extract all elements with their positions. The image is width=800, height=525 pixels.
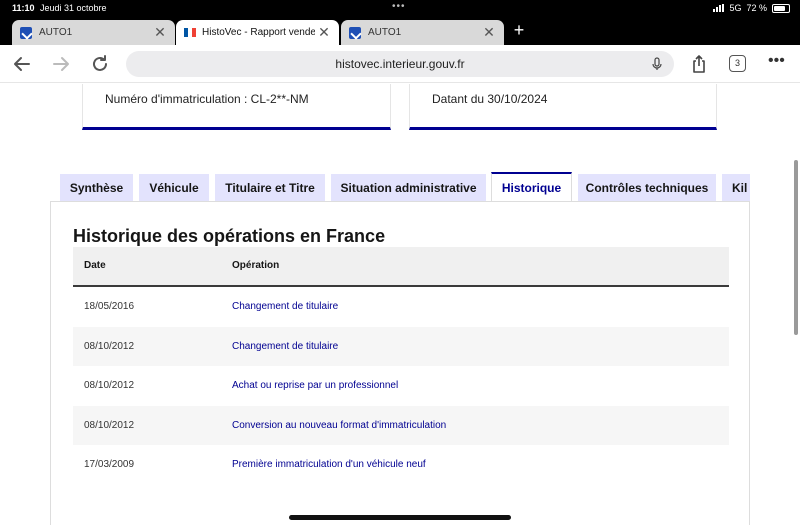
- signal-icon: [713, 4, 725, 12]
- status-time: 11:10: [12, 3, 35, 13]
- tab-titulaire-et-titre[interactable]: Titulaire et Titre: [215, 174, 325, 202]
- new-tab-plus-icon[interactable]: +: [510, 20, 528, 40]
- browser-tab-label: AUTO1: [39, 27, 73, 38]
- row-date: 08/10/2012: [84, 380, 135, 392]
- battery-icon: [772, 3, 790, 13]
- share-icon[interactable]: [688, 53, 710, 75]
- registration-number: Numéro d'immatriculation : CL-2**-NM: [105, 92, 309, 106]
- reload-icon[interactable]: [89, 53, 111, 75]
- report-date: Datant du 30/10/2024: [432, 92, 548, 106]
- browser-toolbar: histovec.interieur.gouv.fr 3 •••: [0, 45, 800, 83]
- table-header: Date Opération: [73, 247, 729, 287]
- table-row: 18/05/2016 Changement de titulaire: [73, 287, 729, 327]
- table-row: 08/10/2012 Changement de titulaire: [73, 326, 729, 367]
- browser-tab-label: HistoVec - Rapport vendeur: [202, 27, 315, 38]
- row-operation: Conversion au nouveau format d'immatricu…: [232, 419, 447, 431]
- browser-tab-auto1-2[interactable]: AUTO1 ✕: [341, 20, 504, 45]
- tab-vehicule[interactable]: Véhicule: [139, 174, 209, 202]
- microphone-icon[interactable]: [650, 57, 664, 71]
- row-operation: Changement de titulaire: [232, 301, 339, 312]
- tab-count-button[interactable]: 3: [729, 55, 746, 72]
- row-date: 18/05/2016: [84, 301, 135, 312]
- multitasking-dots-icon[interactable]: •••: [392, 1, 406, 12]
- row-date: 17/03/2009: [84, 459, 135, 471]
- page-content: Numéro d'immatriculation : CL-2**-NM Dat…: [0, 84, 800, 525]
- battery-label: 72 %: [746, 3, 767, 13]
- french-flag-icon: [184, 28, 196, 37]
- page-scrollbar[interactable]: [794, 160, 798, 335]
- registration-card: Numéro d'immatriculation : CL-2**-NM: [82, 84, 391, 130]
- url-text: histovec.interieur.gouv.fr: [335, 57, 465, 71]
- browser-tab-strip: AUTO1 ✕ HistoVec - Rapport vendeur ✕ AUT…: [0, 16, 800, 45]
- table-row: 17/03/2009 Première immatriculation d'un…: [73, 445, 729, 485]
- close-icon[interactable]: ✕: [480, 24, 498, 41]
- close-icon[interactable]: ✕: [315, 24, 333, 41]
- tab-controles-techniques[interactable]: Contrôles techniques: [578, 174, 716, 202]
- column-header-date: Date: [84, 260, 106, 271]
- status-date: Jeudi 31 octobre: [40, 3, 107, 13]
- history-table: Date Opération 18/05/2016 Changement de …: [73, 247, 729, 485]
- close-icon[interactable]: ✕: [151, 24, 169, 41]
- status-bar: 11:10 Jeudi 31 octobre ••• 5G 72 %: [0, 0, 800, 16]
- more-menu-icon[interactable]: •••: [768, 53, 788, 71]
- tab-synthese[interactable]: Synthèse: [60, 174, 133, 202]
- browser-tab-label: AUTO1: [368, 27, 402, 38]
- table-row: 08/10/2012 Conversion au nouveau format …: [73, 405, 729, 446]
- browser-tab-auto1[interactable]: AUTO1 ✕: [12, 20, 175, 45]
- browser-tab-histovec[interactable]: HistoVec - Rapport vendeur ✕: [176, 20, 339, 45]
- status-indicators: 5G 72 %: [713, 3, 790, 13]
- tab-historique[interactable]: Historique: [491, 172, 572, 202]
- home-indicator[interactable]: [289, 515, 511, 520]
- forward-arrow-icon[interactable]: [50, 53, 72, 75]
- back-arrow-icon[interactable]: [11, 53, 33, 75]
- report-tabs: Synthèse Véhicule Titulaire et Titre Sit…: [60, 172, 750, 202]
- row-date: 08/10/2012: [84, 340, 135, 352]
- row-operation: Achat ou reprise par un professionnel: [232, 380, 399, 392]
- history-panel: Historique des opérations en France Date…: [50, 201, 750, 525]
- table-row: 08/10/2012 Achat ou reprise par un profe…: [73, 366, 729, 406]
- history-title: Historique des opérations en France: [73, 226, 386, 246]
- row-operation: Première immatriculation d'un véhicule n…: [232, 459, 426, 471]
- column-header-operation: Opération: [232, 260, 280, 271]
- auto1-icon: [20, 26, 32, 39]
- network-label: 5G: [729, 3, 742, 13]
- address-bar[interactable]: histovec.interieur.gouv.fr: [126, 51, 674, 77]
- row-operation: Changement de titulaire: [232, 340, 339, 352]
- row-date: 08/10/2012: [84, 419, 135, 431]
- tab-situation-administrative[interactable]: Situation administrative: [331, 174, 486, 202]
- tab-kilometrage[interactable]: Kil: [722, 174, 750, 202]
- report-date-card: Datant du 30/10/2024: [409, 84, 717, 130]
- auto1-icon: [349, 26, 361, 39]
